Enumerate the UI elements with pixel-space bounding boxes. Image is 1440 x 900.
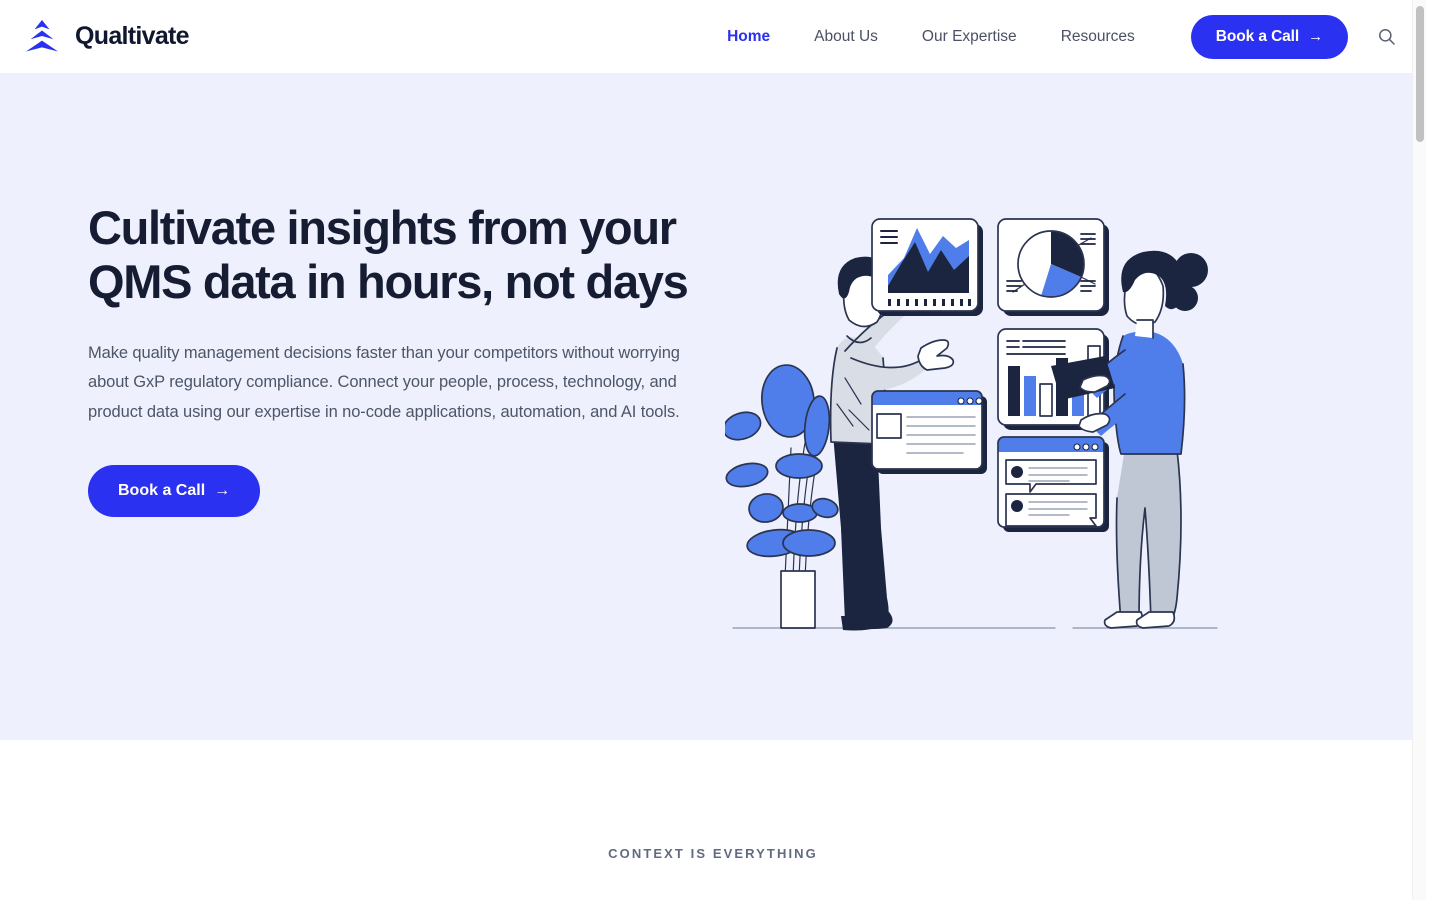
scrollbar-thumb[interactable] (1416, 6, 1424, 142)
arrow-right-icon: → (214, 481, 231, 499)
stacked-pyramid-logo-icon (26, 19, 58, 51)
nav-item-home[interactable]: Home (705, 28, 792, 46)
site-header: Qualtivate Home About Us Our Expertise R… (0, 0, 1426, 73)
hero-illustration: .ln { fill:none; stroke:#2b3450; stroke-… (725, 198, 1225, 708)
hero-book-a-call-button[interactable]: Book a Call → (88, 464, 261, 517)
main-navigation: Home About Us Our Expertise Resources Bo… (705, 14, 1402, 59)
header-cta-label: Book a Call (1215, 27, 1300, 45)
nav-item-about-us[interactable]: About Us (792, 28, 900, 46)
page-scrollbar[interactable] (1412, 0, 1426, 900)
hero-title: Cultivate insights from your QMS data in… (88, 201, 689, 308)
card-chat-comments (997, 436, 1109, 532)
search-icon (1378, 29, 1395, 45)
page-viewport: Qualtivate Home About Us Our Expertise R… (0, 0, 1426, 900)
hero-section: Cultivate insights from your QMS data in… (0, 73, 1426, 740)
nav-item-our-expertise[interactable]: Our Expertise (900, 28, 1039, 46)
arrow-right-icon: → (1308, 28, 1323, 45)
nav-item-resources[interactable]: Resources (1039, 28, 1157, 46)
search-button[interactable] (1370, 21, 1402, 53)
header-book-a-call-button[interactable]: Book a Call → (1190, 14, 1348, 59)
context-section: CONTEXT IS EVERYTHING No one sees what y… (0, 740, 1426, 900)
potted-plant (725, 364, 839, 629)
brand-logo[interactable]: Qualtivate (22, 17, 190, 57)
hero-cta-label: Book a Call (118, 481, 206, 499)
analytics-team-illustration: .ln { fill:none; stroke:#2b3450; stroke-… (725, 218, 1218, 631)
hero-copy: Cultivate insights from your QMS data in… (88, 201, 708, 517)
brand-name: Qualtivate (75, 22, 190, 50)
card-pie-chart (997, 218, 1109, 316)
hero-subtitle: Make quality management decisions faster… (88, 344, 680, 421)
context-eyebrow: CONTEXT IS EVERYTHING (608, 846, 818, 861)
card-area-chart (871, 218, 983, 316)
card-browser-window (871, 390, 987, 474)
context-heading: No one sees what you data relationship (0, 893, 1426, 900)
